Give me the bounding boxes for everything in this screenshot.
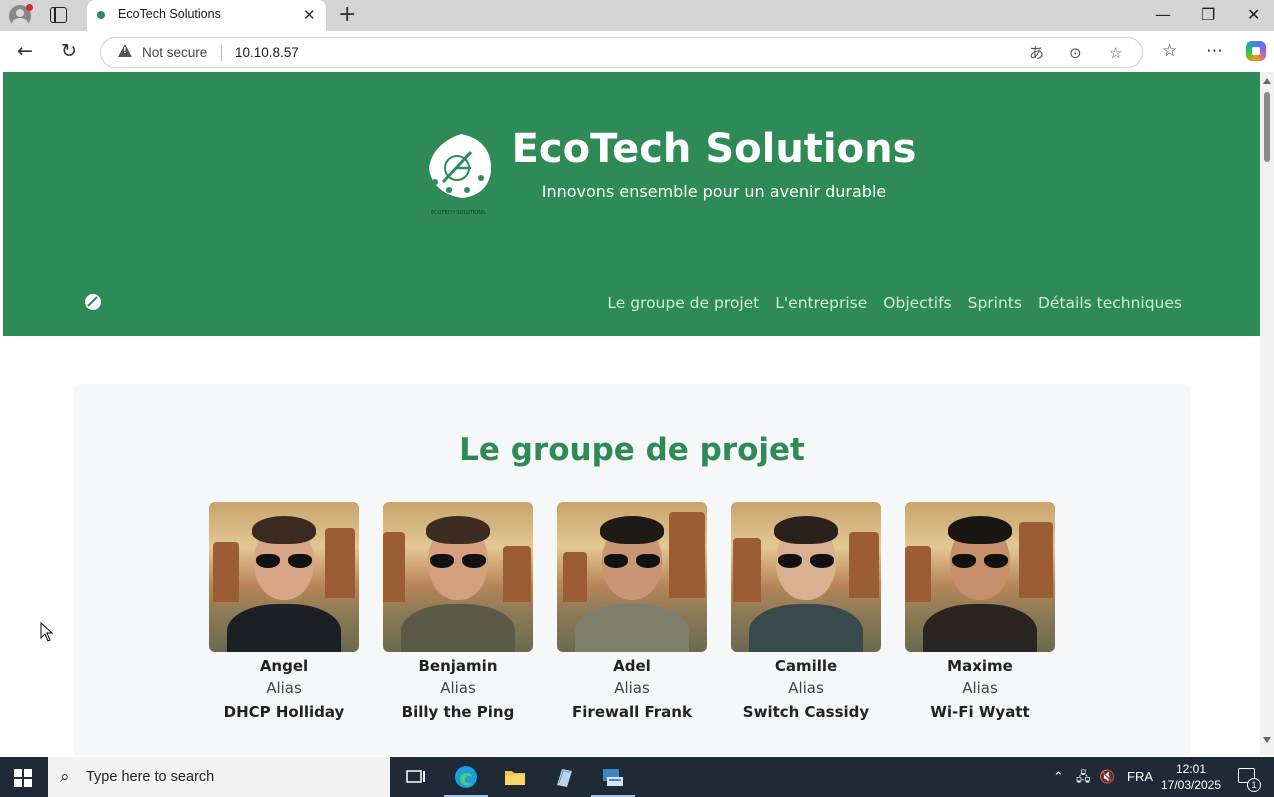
member-alias-label: Alias xyxy=(962,679,998,697)
show-hidden-icons-icon[interactable]: ⌃ xyxy=(1053,769,1064,785)
logo-caption: ECOTECH SOLUTIONS xyxy=(431,210,485,216)
more-tools-icon[interactable]: ⊙ xyxy=(1069,43,1082,63)
site-title: EcoTech Solutions xyxy=(511,126,917,172)
window-restore-icon[interactable]: ❐ xyxy=(1201,4,1215,26)
members-list: Angel Alias DHCP Holliday Benjamin Alias… xyxy=(209,502,1055,724)
project-group-card: Le groupe de projet Angel Alias DHCP Hol… xyxy=(74,384,1190,755)
member-photo xyxy=(905,502,1055,652)
member-alias: Billy the Ping xyxy=(401,703,515,721)
site-favicon-icon xyxy=(97,11,105,19)
nav-link-details-techniques[interactable]: Détails techniques xyxy=(1038,294,1182,312)
member-name: Camille xyxy=(774,657,838,675)
scroll-up-arrow-icon[interactable] xyxy=(1263,78,1271,84)
volume-muted-icon[interactable]: 🔇 xyxy=(1099,769,1115,785)
language-indicator[interactable]: FRA xyxy=(1127,769,1153,785)
nav-link-sprints[interactable]: Sprints xyxy=(968,294,1022,312)
edge-browser-icon[interactable] xyxy=(444,765,488,797)
window-close-icon[interactable]: ✕ xyxy=(1247,4,1260,26)
window-minimize-icon[interactable]: — xyxy=(1155,4,1171,26)
clock-date: 17/03/2025 xyxy=(1160,778,1222,792)
clock-time: 12:01 xyxy=(1175,762,1207,776)
member-alias-label: Alias xyxy=(614,679,650,697)
scroll-down-arrow-icon[interactable] xyxy=(1263,737,1271,743)
search-placeholder: Type here to search xyxy=(86,769,215,785)
home-logo-icon[interactable] xyxy=(83,292,103,312)
back-arrow-icon[interactable]: ← xyxy=(17,40,33,62)
warning-icon[interactable] xyxy=(118,44,132,57)
member-card: Benjamin Alias Billy the Ping xyxy=(383,502,533,724)
read-aloud-icon[interactable]: あ xyxy=(1029,43,1044,63)
address-separator xyxy=(221,45,222,61)
taskbar-clock[interactable]: 12:01 17/03/2025 xyxy=(1160,761,1222,793)
url-text[interactable]: 10.10.8.57 xyxy=(235,45,299,60)
new-tab-icon[interactable]: + xyxy=(338,3,356,27)
page-viewport: ECOTECH SOLUTIONS EcoTech Solutions Inno… xyxy=(3,72,1260,755)
member-card: Adel Alias Firewall Frank xyxy=(557,502,707,724)
server-manager-icon[interactable] xyxy=(591,765,635,797)
member-alias-label: Alias xyxy=(266,679,302,697)
member-alias: Switch Cassidy xyxy=(742,703,870,721)
member-card: Camille Alias Switch Cassidy xyxy=(731,502,881,724)
member-name: Benjamin xyxy=(418,657,498,675)
mouse-cursor-icon xyxy=(40,622,54,642)
main-navigation: Le groupe de projet L'entreprise Objecti… xyxy=(607,294,1182,312)
taskbar-search-box[interactable]: ⌕ Type here to search xyxy=(48,757,390,797)
member-photo xyxy=(209,502,359,652)
favorites-icon[interactable]: ☆ xyxy=(1162,41,1177,61)
member-photo xyxy=(383,502,533,652)
member-name: Adel xyxy=(613,657,651,675)
file-explorer-icon[interactable] xyxy=(503,765,527,789)
favorite-star-icon[interactable]: ☆ xyxy=(1109,43,1122,63)
page-scrollbar[interactable] xyxy=(1260,72,1274,755)
windows-start-icon[interactable] xyxy=(14,769,32,787)
member-alias: DHCP Holliday xyxy=(223,703,345,721)
address-bar[interactable]: Not secure 10.10.8.57 あ ⊙ ☆ xyxy=(100,37,1143,68)
section-title: Le groupe de projet xyxy=(459,432,805,468)
tab-close-icon[interactable]: ✕ xyxy=(303,6,316,24)
member-card: Maxime Alias Wi-Fi Wyatt xyxy=(905,502,1055,724)
security-status[interactable]: Not secure xyxy=(142,45,207,60)
member-alias-label: Alias xyxy=(440,679,476,697)
app-shortcut-icon[interactable] xyxy=(552,765,576,789)
nav-link-groupe[interactable]: Le groupe de projet xyxy=(607,294,759,312)
member-card: Angel Alias DHCP Holliday xyxy=(209,502,359,724)
member-name: Angel xyxy=(259,657,309,675)
settings-more-icon[interactable]: ⋯ xyxy=(1206,41,1223,61)
notification-count-badge: 1 xyxy=(1247,778,1261,792)
member-photo xyxy=(731,502,881,652)
member-alias-label: Alias xyxy=(788,679,824,697)
network-icon[interactable]: 🖧 xyxy=(1076,769,1091,785)
nav-link-objectifs[interactable]: Objectifs xyxy=(883,294,951,312)
task-view-icon[interactable] xyxy=(404,765,428,789)
browser-tab-active[interactable]: EcoTech Solutions ✕ xyxy=(87,0,326,31)
site-tagline: Innovons ensemble pour un avenir durable xyxy=(541,182,887,201)
search-icon: ⌕ xyxy=(60,767,70,787)
windows-taskbar: ⌕ Type here to search ⌃ 🖧 🔇 FRA 12:01 17… xyxy=(0,757,1274,797)
copilot-icon[interactable] xyxy=(1246,41,1266,61)
member-photo xyxy=(557,502,707,652)
nav-link-entreprise[interactable]: L'entreprise xyxy=(775,294,867,312)
member-name: Maxime xyxy=(947,657,1013,675)
scroll-thumb[interactable] xyxy=(1264,92,1270,162)
browser-tab-strip: EcoTech Solutions ✕ + — ❐ ✕ xyxy=(0,0,1274,31)
profile-notification-dot xyxy=(26,4,33,11)
tab-title: EcoTech Solutions xyxy=(118,7,221,21)
tab-actions-icon[interactable] xyxy=(50,7,67,23)
member-alias: Wi-Fi Wyatt xyxy=(930,703,1030,721)
site-header: ECOTECH SOLUTIONS EcoTech Solutions Inno… xyxy=(3,72,1260,336)
member-alias: Firewall Frank xyxy=(572,703,692,721)
refresh-icon[interactable]: ↻ xyxy=(61,40,77,62)
